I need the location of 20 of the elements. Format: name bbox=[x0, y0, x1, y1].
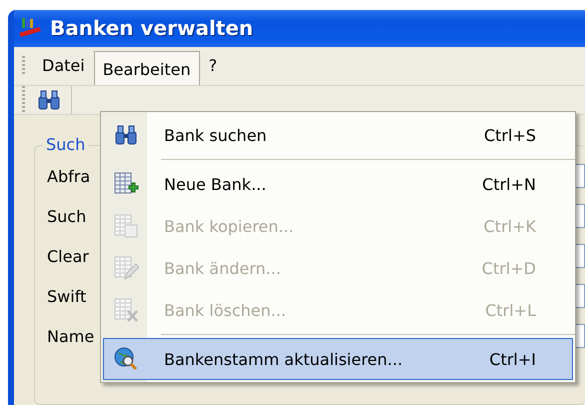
menu-item[interactable]: Neue Bank... Ctrl+N bbox=[103, 163, 573, 205]
field-label: Such bbox=[47, 206, 86, 226]
search-button[interactable] bbox=[37, 88, 61, 111]
menu-title[interactable]: ? bbox=[200, 47, 226, 84]
table-delete-icon bbox=[113, 297, 139, 323]
menu-item[interactable]: Bank suchen Ctrl+S bbox=[103, 114, 573, 156]
field-label: Name bbox=[47, 326, 94, 346]
field-label: Abfra bbox=[47, 166, 90, 186]
menu-title[interactable]: Datei bbox=[33, 47, 94, 84]
field-label: Clear bbox=[47, 246, 89, 266]
binoculars-icon bbox=[114, 124, 138, 146]
table-copy-icon bbox=[113, 213, 139, 239]
app-icon bbox=[18, 17, 42, 40]
menu-item[interactable]: Bankenstamm aktualisieren... Ctrl+I bbox=[103, 338, 573, 380]
window-title: Banken verwalten bbox=[50, 16, 254, 40]
menu-title[interactable]: Bearbeiten bbox=[94, 50, 200, 85]
field-label: Swift bbox=[47, 286, 86, 306]
table-edit-icon bbox=[113, 255, 139, 281]
binoculars-icon bbox=[37, 88, 61, 111]
globe-search-icon bbox=[113, 346, 139, 372]
